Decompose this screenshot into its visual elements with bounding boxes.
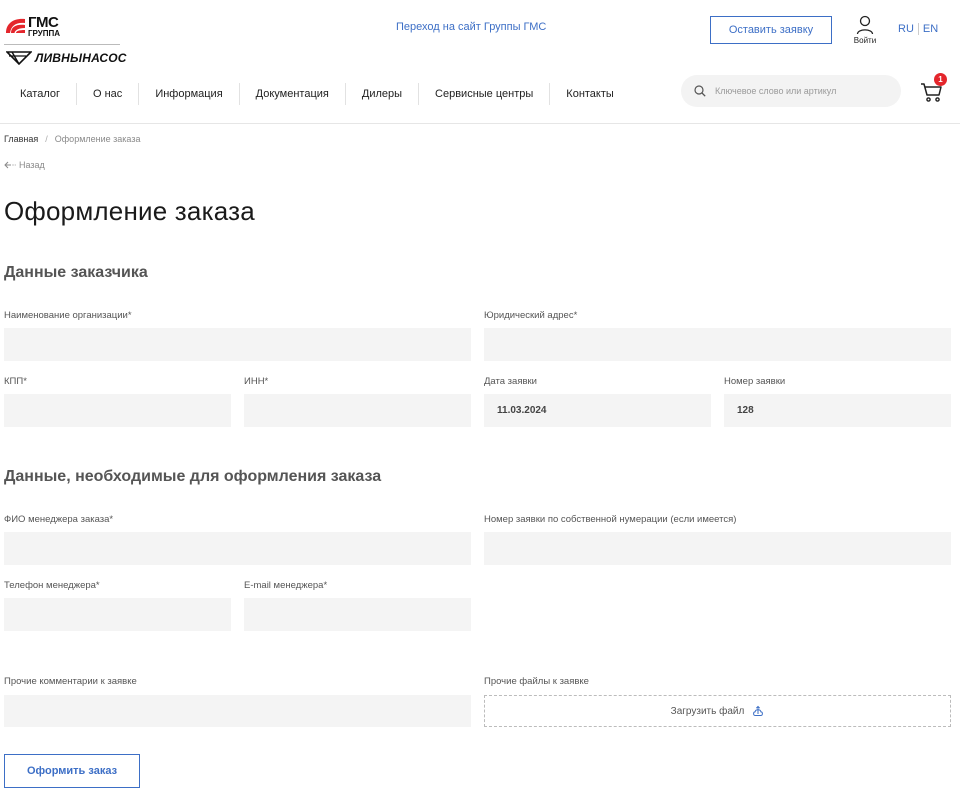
inn-field[interactable] [244,394,471,427]
breadcrumb-home[interactable]: Главная [4,134,38,144]
kpp-label: КПП* [4,376,27,387]
main-nav: Каталог О нас Информация Документация Ди… [4,80,630,108]
livnynasos-logo[interactable]: ЛИВНЫНАСОС [6,50,127,66]
group-site-link[interactable]: Переход на сайт Группы ГМС [396,21,546,33]
breadcrumb: Главная / Оформление заказа [4,134,140,144]
nav-item-catalog[interactable]: Каталог [4,83,77,105]
search-icon[interactable] [694,85,706,97]
login-button[interactable]: Войти [850,15,880,45]
gms-logo-subtext: ГРУППА [28,28,61,38]
nav-item-contacts[interactable]: Контакты [550,83,630,105]
order-section-title: Данные, необходимые для оформления заказ… [4,468,382,485]
request-number-label: Номер заявки [724,376,786,387]
nav-item-dealers[interactable]: Дилеры [346,83,420,105]
manager-email-field[interactable] [244,598,471,631]
comments-label: Прочие комментарии к заявке [4,676,137,687]
legal-address-field[interactable] [484,328,951,361]
leave-request-button[interactable]: Оставить заявку [710,16,832,44]
comments-field[interactable] [4,695,471,727]
manager-name-label: ФИО менеджера заказа* [4,514,114,525]
arrow-left-icon [4,161,16,169]
legal-address-label: Юридический адрес* [484,310,578,321]
language-switcher: RU EN [898,23,938,35]
request-date-label: Дата заявки [484,376,537,387]
nav-item-service-centers[interactable]: Сервисные центры [419,83,551,105]
lang-en[interactable]: EN [923,23,938,35]
gms-swirl-icon [6,18,25,33]
nav-item-about[interactable]: О нас [77,83,140,105]
manager-phone-field[interactable] [4,598,231,631]
submit-order-button[interactable]: Оформить заказ [4,754,140,788]
search-box [681,75,901,107]
request-date-field[interactable] [484,394,711,427]
lang-divider [917,23,919,35]
org-name-label: Наименование организации* [4,310,132,321]
gms-logo[interactable]: ГМС ГРУППА [4,14,120,38]
upload-icon [753,705,764,716]
livnynasos-triangle-icon [6,51,32,65]
back-label: Назад [19,160,45,170]
manager-phone-label: Телефон менеджера* [4,580,100,591]
manager-name-field[interactable] [4,532,471,565]
upload-file-label: Загрузить файл [670,705,745,717]
inn-label: ИНН* [244,376,269,387]
logo-divider [4,44,120,45]
org-name-field[interactable] [4,328,471,361]
own-number-label: Номер заявки по собственной нумерации (е… [484,514,737,525]
nav-item-information[interactable]: Информация [139,83,240,105]
nav-item-documentation[interactable]: Документация [240,83,346,105]
livnynasos-logo-text: ЛИВНЫНАСОС [35,51,127,65]
own-number-field[interactable] [484,532,951,565]
cart-count-badge: 1 [934,73,947,86]
header-divider [0,123,960,124]
breadcrumb-separator: / [45,134,48,144]
back-link[interactable]: Назад [4,160,45,170]
gms-logo-text: ГМС [28,13,59,31]
kpp-field[interactable] [4,394,231,427]
lang-ru[interactable]: RU [898,23,914,35]
files-label: Прочие файлы к заявке [484,676,589,687]
user-icon [856,15,874,35]
customer-section-title: Данные заказчика [4,264,148,281]
search-input[interactable] [715,86,885,96]
login-label: Войти [853,36,877,45]
request-number-field[interactable] [724,394,951,427]
manager-email-label: E-mail менеджера* [244,580,328,591]
page-title: Оформление заказа [4,196,255,226]
breadcrumb-current: Оформление заказа [54,134,141,144]
upload-file-button[interactable]: Загрузить файл [484,695,951,727]
